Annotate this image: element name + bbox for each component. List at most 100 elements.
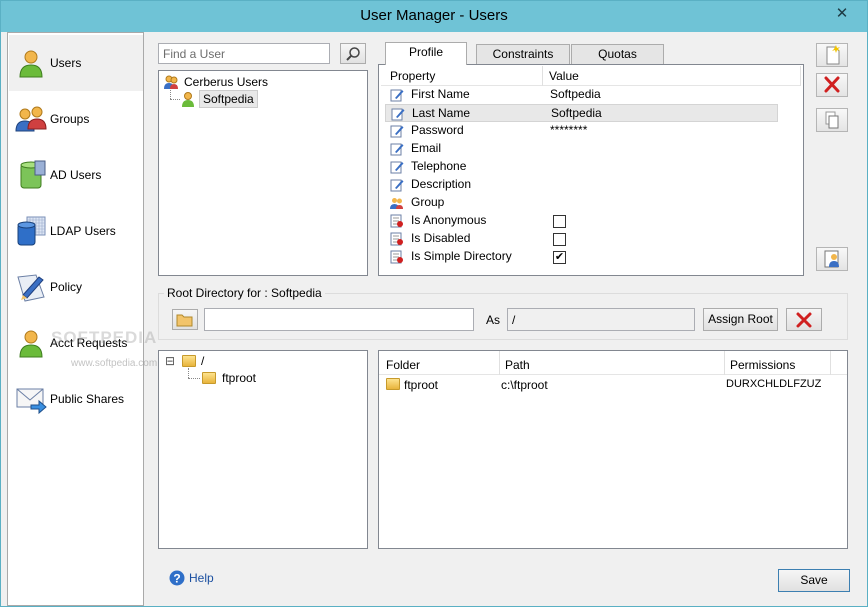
watermark-brand: SOFTPEDIA	[51, 328, 158, 347]
property-name: First Name	[411, 87, 470, 101]
as-alias-input[interactable]	[507, 308, 695, 331]
is-disabled-checkbox[interactable]	[553, 233, 566, 246]
property-row-email[interactable]: Email	[385, 140, 778, 158]
policy-pen-icon	[17, 274, 45, 302]
user-report-button[interactable]	[816, 247, 848, 271]
property-row-password[interactable]: Password ********	[385, 122, 778, 140]
ad-database-icon	[20, 160, 46, 189]
edit-field-icon	[391, 108, 405, 121]
tab-profile[interactable]: Profile	[385, 42, 467, 65]
sidebar-item-groups[interactable]: Groups	[9, 91, 143, 147]
property-row-telephone[interactable]: Telephone	[385, 158, 778, 176]
property-row-group[interactable]: Group	[385, 194, 778, 212]
property-name: Telephone	[411, 159, 467, 173]
property-name: Is Anonymous	[411, 213, 487, 227]
delete-user-button[interactable]	[816, 73, 848, 97]
tree-root-label[interactable]: Cerberus Users	[184, 75, 268, 89]
new-document-icon	[826, 45, 840, 65]
folder-icon	[182, 355, 196, 367]
edit-field-icon	[390, 125, 404, 138]
delete-x-icon	[796, 312, 812, 328]
sidebar-item-label: AD Users	[50, 168, 102, 182]
property-grid-header: Property Value	[381, 66, 801, 86]
root-path-input[interactable]	[204, 308, 474, 331]
remove-root-button[interactable]	[786, 308, 822, 331]
browse-folder-button[interactable]	[172, 309, 198, 330]
sidebar-item-label: LDAP Users	[50, 224, 116, 238]
users-root-icon	[164, 75, 178, 89]
property-name: Email	[411, 141, 442, 155]
sidebar-item-label: Users	[50, 56, 82, 70]
value-column-header[interactable]: Value	[549, 69, 579, 83]
permissions-column-header[interactable]: Permissions	[730, 358, 795, 372]
is-anonymous-checkbox[interactable]	[553, 215, 566, 228]
property-row-is-anonymous[interactable]: Is Anonymous	[385, 212, 778, 230]
property-row-description[interactable]: Description	[385, 176, 778, 194]
folder-tree-root-label[interactable]: /	[201, 354, 204, 368]
help-link[interactable]: Help	[189, 571, 214, 585]
column-separator	[830, 351, 831, 375]
column-separator	[542, 66, 543, 86]
folder-permissions-table: Folder Path Permissions ftproot c:\ftpro…	[378, 350, 848, 549]
new-user-button[interactable]	[816, 43, 848, 67]
property-value[interactable]: ********	[550, 123, 587, 137]
property-column-header[interactable]: Property	[390, 69, 435, 83]
property-value[interactable]: Softpedia	[550, 87, 601, 101]
folder-tree: ⊟ / ftproot	[158, 350, 368, 549]
copy-icon	[825, 111, 839, 129]
sidebar-item-public-shares[interactable]: Public Shares	[9, 371, 143, 427]
path-cell: c:\ftproot	[501, 378, 548, 392]
folder-icon	[202, 372, 216, 384]
watermark-url: www.softpedia.com	[71, 358, 158, 369]
tree-line	[188, 378, 200, 379]
boolean-field-icon	[390, 250, 403, 264]
edit-field-icon	[390, 161, 404, 174]
close-window-button[interactable]: ✕	[829, 4, 855, 24]
property-row-last-name[interactable]: Last Name Softpedia	[385, 104, 778, 122]
property-value[interactable]: Softpedia	[551, 106, 602, 120]
profile-panel: Property Value First Name Softpedia Last…	[378, 64, 804, 276]
property-row-is-simple-directory[interactable]: Is Simple Directory ✔	[385, 248, 778, 266]
search-input[interactable]	[158, 43, 330, 64]
edit-field-icon	[390, 143, 404, 156]
group-icon	[15, 106, 47, 132]
window-title: User Manager - Users	[360, 7, 508, 24]
sidebar-item-ad-users[interactable]: AD Users	[9, 147, 143, 203]
property-name: Is Simple Directory	[411, 249, 512, 263]
public-share-envelope-icon	[16, 388, 47, 415]
account-request-icon	[19, 330, 43, 358]
tree-line	[188, 368, 189, 378]
tree-collapse-toggle[interactable]: ⊟	[165, 354, 175, 368]
open-folder-icon	[176, 314, 193, 327]
column-separator	[499, 351, 500, 375]
as-label: As	[486, 313, 501, 327]
sidebar-item-ldap-users[interactable]: LDAP Users	[9, 203, 143, 259]
sidebar-item-users[interactable]: Users	[9, 35, 143, 91]
property-row-is-disabled[interactable]: Is Disabled	[385, 230, 778, 248]
ldap-database-icon	[17, 216, 46, 246]
folder-icon	[386, 378, 400, 390]
path-column-header[interactable]: Path	[505, 358, 530, 372]
assign-root-button[interactable]: Assign Root	[703, 308, 778, 331]
edit-field-icon	[390, 89, 404, 102]
user-icon	[19, 50, 43, 78]
help-icon[interactable]: ?	[169, 570, 185, 586]
sidebar-item-policy[interactable]: Policy	[9, 259, 143, 315]
tab-constraints[interactable]: Constraints	[476, 44, 570, 64]
save-button[interactable]: Save	[778, 569, 850, 592]
svg-text:?: ?	[173, 572, 180, 586]
table-row[interactable]: ftproot c:\ftproot DURXCHLDLFZUZ	[379, 376, 847, 394]
folder-tree-child-label[interactable]: ftproot	[222, 371, 256, 385]
tree-user-label[interactable]: Softpedia	[199, 90, 258, 108]
boolean-field-icon	[390, 232, 403, 246]
copy-user-button[interactable]	[816, 108, 848, 132]
group-icon	[390, 198, 403, 209]
is-simple-directory-checkbox[interactable]: ✔	[553, 251, 566, 264]
edit-field-icon	[390, 179, 404, 192]
user-tree: Cerberus Users Softpedia	[158, 70, 368, 276]
search-button[interactable]	[340, 43, 366, 64]
user-manager-window: User Manager - Users ✕ Users Groups AD U…	[0, 0, 868, 607]
property-row-first-name[interactable]: First Name Softpedia	[385, 86, 778, 104]
folder-column-header[interactable]: Folder	[386, 358, 420, 372]
tab-quotas[interactable]: Quotas	[571, 44, 664, 64]
